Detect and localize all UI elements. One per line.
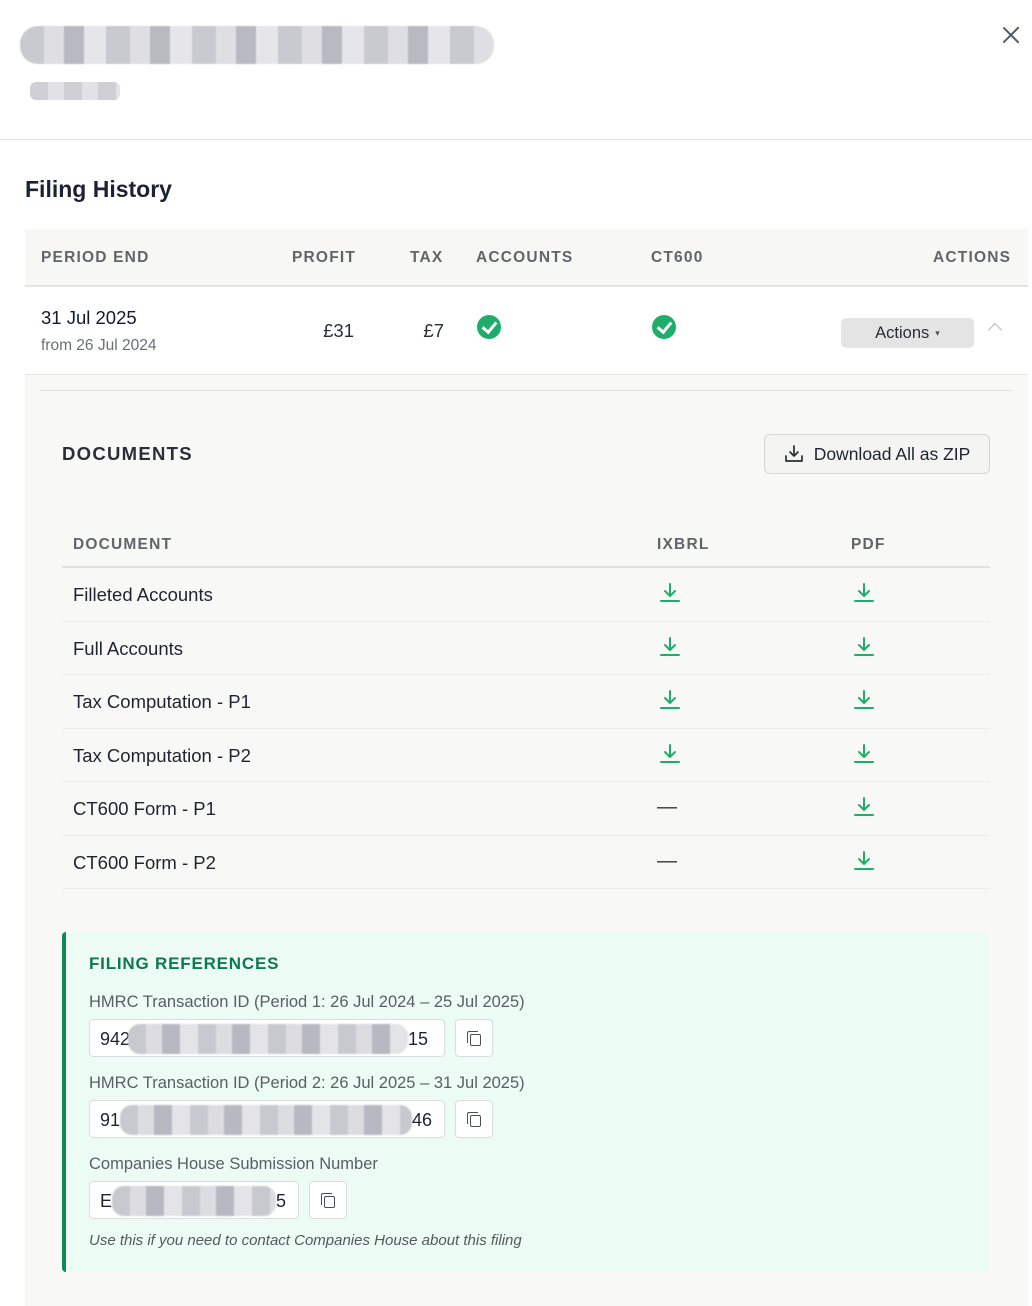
hmrc-period1-id-field[interactable]: 942 15 (89, 1019, 445, 1057)
not-available-dash: — (657, 796, 677, 818)
table-row: Filleted Accounts (62, 568, 990, 622)
table-row: Tax Computation - P1 (62, 675, 990, 729)
filing-details-panel: DOCUMENTS Download All as ZIP DOCUMENT I… (25, 375, 1028, 1306)
actions-dropdown-button[interactable]: Actions ▾ (841, 318, 974, 348)
document-name: Full Accounts (73, 637, 184, 659)
redacted-company-name (20, 26, 494, 64)
download-icon[interactable] (659, 743, 681, 765)
column-period-end: PERIOD END (41, 249, 150, 266)
dialog-header (0, 0, 1032, 140)
redacted-value (128, 1024, 408, 1054)
download-icon[interactable] (853, 582, 875, 604)
download-icon[interactable] (659, 636, 681, 658)
column-profit: PROFIT (292, 249, 357, 266)
documents-heading: DOCUMENTS (62, 443, 193, 464)
filing-references-box: FILING REFERENCES HMRC Transaction ID (P… (62, 932, 990, 1272)
download-icon[interactable] (853, 850, 875, 872)
document-name: CT600 Form - P2 (73, 851, 216, 873)
redacted-company-number (30, 82, 120, 100)
hmrc-period1-label: HMRC Transaction ID (Period 1: 26 Jul 20… (89, 993, 525, 1011)
ct600-check-icon (652, 315, 676, 339)
hmrc-period2-id-start: 91 (100, 1110, 121, 1130)
column-actions: ACTIONS (933, 249, 1012, 266)
column-document: DOCUMENT (73, 536, 173, 553)
document-name: Filleted Accounts (73, 584, 213, 605)
download-icon[interactable] (659, 689, 681, 711)
page-title: Filing History (25, 176, 172, 202)
download-zip-label: Download All as ZIP (813, 443, 971, 464)
table-row: Full Accounts (62, 622, 990, 675)
hmrc-period2-id-field[interactable]: 91 46 (89, 1100, 445, 1138)
download-icon[interactable] (853, 636, 875, 658)
companies-house-number-start: E (100, 1191, 113, 1211)
table-row: Tax Computation - P2 (62, 729, 990, 782)
companies-house-number-field[interactable]: E 5 (89, 1181, 299, 1219)
download-icon[interactable] (853, 743, 875, 765)
document-name: CT600 Form - P1 (73, 798, 216, 819)
divider (40, 390, 1013, 391)
not-available-dash: — (657, 849, 677, 872)
tax-value: £7 (423, 320, 444, 341)
redacted-value (112, 1186, 276, 1216)
chevron-up-icon[interactable] (987, 322, 1003, 338)
hmrc-period2-id-end: 46 (412, 1110, 433, 1130)
download-zip-button[interactable]: Download All as ZIP (764, 434, 990, 474)
hmrc-period1-id-end: 15 (408, 1029, 429, 1049)
redacted-value (120, 1105, 412, 1135)
companies-house-label: Companies House Submission Number (89, 1155, 378, 1173)
filing-table-header: PERIOD END PROFIT TAX ACCOUNTS CT600 ACT… (25, 229, 1028, 287)
download-icon[interactable] (853, 796, 875, 818)
column-ixbrl: IXBRL (657, 536, 710, 553)
download-icon[interactable] (853, 689, 875, 711)
profit-value: £31 (323, 320, 354, 341)
period-start-date: from 26 Jul 2024 (41, 337, 157, 354)
filing-references-note: Use this if you need to contact Companie… (89, 1232, 522, 1249)
copy-icon[interactable] (455, 1019, 493, 1057)
documents-table-header: DOCUMENT IXBRL PDF (62, 525, 990, 568)
filing-references-heading: FILING REFERENCES (89, 954, 280, 973)
caret-down-icon: ▾ (935, 327, 940, 338)
accounts-check-icon (477, 315, 501, 339)
column-tax: TAX (410, 249, 444, 266)
column-pdf: PDF (851, 536, 886, 553)
period-end-date: 31 Jul 2025 (41, 307, 137, 328)
column-ct600: CT600 (651, 249, 704, 266)
document-name: Tax Computation - P1 (73, 691, 251, 712)
hmrc-period2-label: HMRC Transaction ID (Period 2: 26 Jul 20… (89, 1074, 525, 1092)
copy-icon[interactable] (309, 1181, 347, 1219)
table-row[interactable]: 31 Jul 2025 from 26 Jul 2024 £31 £7 Acti… (25, 287, 1028, 375)
table-row: CT600 Form - P2 — (62, 836, 990, 889)
close-icon[interactable] (998, 22, 1024, 48)
companies-house-number-end: 5 (276, 1191, 287, 1211)
download-icon[interactable] (659, 582, 681, 604)
document-name: Tax Computation - P2 (73, 744, 251, 766)
actions-label: Actions (875, 323, 930, 342)
hmrc-period1-id-start: 942 (100, 1029, 131, 1049)
table-row: CT600 Form - P1 — (62, 782, 990, 836)
column-accounts: ACCOUNTS (476, 249, 574, 266)
download-icon (784, 445, 803, 462)
copy-icon[interactable] (455, 1100, 493, 1138)
